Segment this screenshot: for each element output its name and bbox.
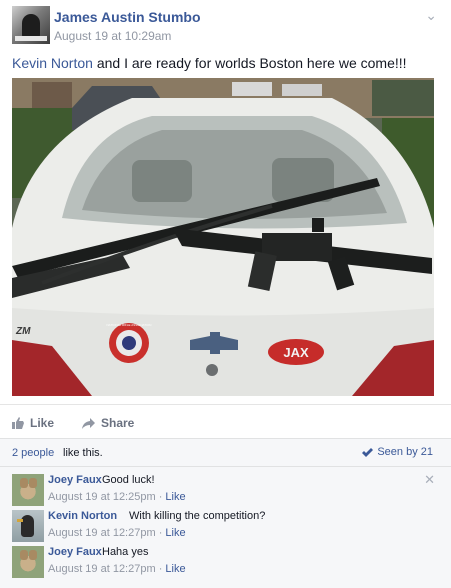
comment-like-link[interactable]: Like bbox=[165, 563, 185, 575]
comment-item: Joey Faux Haha yes August 19 at 12:27pm … bbox=[12, 546, 439, 582]
comment-like-link[interactable]: Like bbox=[165, 491, 185, 503]
commenter-name[interactable]: Joey Faux bbox=[48, 474, 102, 486]
comment-timestamp[interactable]: August 19 at 12:27pm bbox=[48, 527, 156, 539]
comment-text: Haha yes bbox=[102, 546, 149, 558]
tagged-user-link[interactable]: Kevin Norton bbox=[12, 55, 93, 71]
avatar-silhouette bbox=[22, 14, 40, 38]
car-photo-illustration: JAX ZM NATIONAL RIFLE ASSOCIATION bbox=[12, 78, 434, 396]
comment-item: Kevin Norton With killing the competitio… bbox=[12, 510, 439, 546]
comment-text: With killing the competition? bbox=[129, 510, 266, 522]
comment-meta: August 19 at 12:25pm · Like bbox=[48, 491, 186, 503]
post-timestamp[interactable]: August 19 at 10:29am bbox=[54, 29, 171, 43]
thumbs-up-icon bbox=[12, 417, 24, 429]
share-button-label: Share bbox=[101, 416, 135, 430]
seen-by[interactable]: Seen by 21 bbox=[362, 446, 433, 458]
likes-count-link[interactable]: 2 people bbox=[12, 447, 54, 459]
like-button[interactable]: Like bbox=[12, 416, 54, 430]
share-arrow-icon bbox=[82, 417, 95, 429]
avatar-bar bbox=[15, 36, 47, 41]
commenter-name[interactable]: Joey Faux bbox=[48, 546, 102, 558]
commenter-avatar[interactable] bbox=[12, 510, 44, 542]
comment-like-link[interactable]: Like bbox=[165, 527, 185, 539]
likes-suffix: like this. bbox=[63, 447, 103, 459]
chevron-down-icon[interactable]: ⌄ bbox=[425, 7, 437, 24]
nra-emblem-text: NATIONAL RIFLE ASSOCIATION bbox=[107, 323, 152, 327]
post-text-body: and I are ready for worlds Boston here w… bbox=[92, 55, 407, 71]
checkmark-icon bbox=[362, 447, 374, 457]
comment-text: Good luck! bbox=[102, 474, 155, 486]
post-action-bar: Like Share bbox=[0, 404, 451, 438]
share-button[interactable]: Share bbox=[82, 416, 134, 430]
author-name[interactable]: James Austin Stumbo bbox=[54, 9, 201, 25]
close-icon[interactable]: ✕ bbox=[424, 472, 435, 488]
comment-meta: August 19 at 12:27pm · Like bbox=[48, 563, 186, 575]
commenter-avatar[interactable] bbox=[12, 546, 44, 578]
post-text: Kevin Norton and I are ready for worlds … bbox=[12, 54, 407, 72]
like-button-label: Like bbox=[30, 416, 55, 430]
trunk-model-text: ZM bbox=[15, 326, 31, 337]
comment-timestamp[interactable]: August 19 at 12:25pm bbox=[48, 491, 156, 503]
seen-by-label: Seen by 21 bbox=[377, 446, 433, 458]
likes-summary: 2 people like this. Seen by 21 bbox=[0, 439, 451, 467]
comment-timestamp[interactable]: August 19 at 12:27pm bbox=[48, 563, 156, 575]
comments-section: 2 people like this. Seen by 21 Joey Faux… bbox=[0, 438, 451, 588]
commenter-avatar[interactable] bbox=[12, 474, 44, 506]
commenter-name[interactable]: Kevin Norton bbox=[48, 510, 117, 522]
comment-item: Joey Faux Good luck! August 19 at 12:25p… bbox=[12, 472, 439, 510]
post-header: James Austin Stumbo August 19 at 10:29am… bbox=[12, 6, 439, 46]
author-avatar[interactable] bbox=[12, 6, 50, 44]
jax-sticker-text: JAX bbox=[283, 345, 309, 360]
post-photo[interactable]: JAX ZM NATIONAL RIFLE ASSOCIATION bbox=[12, 78, 434, 396]
comment-meta: August 19 at 12:27pm · Like bbox=[48, 527, 186, 539]
